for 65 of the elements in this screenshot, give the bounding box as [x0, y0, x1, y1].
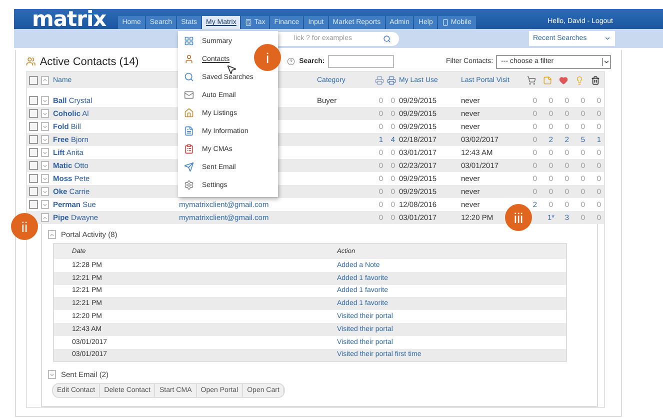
note-icon — [543, 76, 552, 84]
menu-icon — [184, 72, 194, 82]
search-icon — [383, 34, 391, 42]
cursor-icon — [226, 64, 237, 75]
caret-icon — [42, 110, 48, 116]
expand-button[interactable] — [48, 370, 56, 380]
sort-button[interactable] — [41, 76, 49, 84]
printer-icon — [387, 76, 396, 84]
checkbox[interactable] — [29, 122, 38, 131]
checkbox[interactable] — [29, 96, 38, 105]
checkbox[interactable] — [29, 135, 38, 144]
heart-icon — [559, 76, 568, 84]
callout-badge: iii — [505, 204, 532, 231]
caret-icon — [42, 214, 48, 220]
menu-icon — [184, 126, 194, 136]
page-title: Active Contacts (14) — [40, 56, 139, 68]
caret-icon — [42, 188, 48, 194]
caret-icon — [42, 124, 48, 130]
caret-icon — [49, 372, 55, 378]
expand-button[interactable] — [41, 161, 49, 170]
cart-icon — [527, 76, 536, 84]
menu-icon — [184, 180, 194, 190]
checkbox[interactable] — [29, 148, 38, 157]
nav-icon — [442, 19, 449, 26]
caret-icon — [42, 98, 48, 104]
expand-button[interactable] — [41, 174, 49, 183]
expand-button[interactable] — [48, 230, 56, 239]
caret-icon — [49, 232, 55, 238]
lightbulb-icon — [575, 76, 584, 84]
nav-icon — [245, 19, 252, 26]
trash-icon — [591, 76, 600, 84]
caret-icon — [602, 58, 610, 66]
logo: matrix — [32, 9, 106, 29]
search-field[interactable] — [328, 55, 394, 68]
expand-button[interactable] — [41, 135, 49, 144]
menu-icon — [184, 36, 194, 46]
expand-button[interactable] — [41, 187, 49, 196]
menu-icon — [184, 144, 194, 154]
menu-icon — [184, 162, 194, 172]
expand-button[interactable] — [41, 213, 49, 222]
caret-icon — [42, 162, 48, 168]
caret-icon — [42, 136, 48, 142]
expand-button[interactable] — [41, 200, 49, 209]
expand-button[interactable] — [41, 96, 49, 105]
help-icon[interactable] — [287, 57, 296, 66]
menu-icon — [184, 90, 194, 100]
checkbox[interactable] — [29, 174, 38, 183]
checkbox[interactable] — [29, 161, 38, 170]
caret-icon — [42, 77, 48, 83]
checkbox[interactable] — [29, 76, 38, 84]
callout-badge: ii — [11, 213, 38, 240]
checkbox[interactable] — [29, 187, 38, 196]
expand-button[interactable] — [41, 148, 49, 157]
contacts-icon — [26, 56, 36, 67]
expand-button[interactable] — [41, 122, 49, 131]
checkbox[interactable] — [29, 200, 38, 209]
caret-icon — [42, 176, 48, 182]
caret-icon — [42, 150, 48, 156]
menu-icon — [184, 54, 194, 64]
caret-icon — [604, 35, 611, 42]
printer-icon — [375, 76, 384, 84]
menu-icon — [184, 108, 194, 118]
caret-icon — [42, 202, 48, 208]
expand-button[interactable] — [41, 109, 49, 118]
checkbox[interactable] — [29, 109, 38, 118]
